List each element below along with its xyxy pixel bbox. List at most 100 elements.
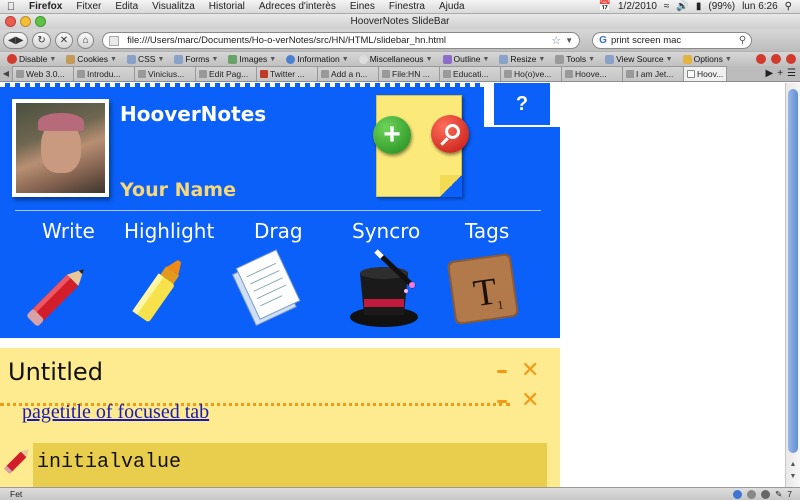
tab-scroll-right-icon[interactable]: ▶ (765, 68, 773, 79)
menubar-clock[interactable]: lun 6:26 (742, 1, 778, 12)
pencil-icon[interactable] (2, 444, 34, 476)
tab-favicon-icon (565, 70, 573, 78)
url-text: file:///Users/marc/Documents/Ho-o-verNot… (127, 34, 447, 46)
url-bar[interactable]: file:///Users/marc/Documents/Ho-o-verNot… (102, 31, 581, 49)
new-tab-icon[interactable]: + (777, 68, 783, 79)
back-forward-button[interactable]: ◀▶ (3, 31, 29, 49)
tab-close-icon[interactable]: ✖ (725, 70, 726, 79)
dev-outline[interactable]: Outline ▼ (438, 54, 495, 64)
scroll-up-icon[interactable]: ▲ (786, 461, 800, 473)
battery-icon[interactable]: ▮ (696, 1, 702, 12)
pencil-icon[interactable] (20, 253, 100, 333)
tab-favicon-icon (504, 70, 512, 78)
reload-button[interactable]: ↻ (32, 31, 51, 49)
wifi-icon[interactable]: ≈ (664, 1, 670, 12)
dev-cookies[interactable]: Cookies ▼ (61, 54, 122, 64)
calendar-icon[interactable]: 📅 (599, 1, 611, 12)
document-drag-icon[interactable] (228, 249, 308, 329)
menu-fitxer[interactable]: Fitxer (69, 1, 108, 12)
dev-resize[interactable]: Resize ▼ (494, 54, 550, 64)
apple-menu-icon[interactable]:  (0, 1, 22, 13)
url-history-dropdown-icon[interactable]: ▼ (565, 36, 573, 45)
dev-forms[interactable]: Forms ▼ (169, 54, 223, 64)
write-tool[interactable]: Write (42, 219, 95, 243)
tab[interactable]: File:HN ... (378, 66, 440, 81)
minimize-note-button[interactable]: – (496, 356, 508, 384)
menu-historial[interactable]: Historial (202, 1, 252, 12)
search-icon (444, 123, 460, 139)
status-text: Fet (10, 489, 23, 499)
stop-button[interactable]: ✕ (54, 31, 74, 49)
tab[interactable]: Ho(o)ve... (500, 66, 562, 81)
tab-active[interactable]: Hoov...✖ (683, 66, 727, 81)
syncro-tool[interactable]: Syncro (352, 219, 420, 243)
devbar-close-icon[interactable] (786, 54, 796, 64)
dev-information[interactable]: Information ▼ (281, 54, 353, 64)
tab[interactable]: Edit Pag... (195, 66, 257, 81)
search-icon[interactable]: ⚲ (739, 35, 746, 46)
menu-adreces[interactable]: Adreces d'interès (252, 1, 343, 12)
dev-css[interactable]: CSS ▼ (122, 54, 169, 64)
dev-disable[interactable]: Disable ▼ (2, 54, 61, 64)
menu-eines[interactable]: Eines (343, 1, 382, 12)
addon-status-icon[interactable] (733, 489, 743, 499)
zoom-window-button[interactable] (35, 16, 46, 27)
mac-menubar:  Firefox Fitxer Edita Visualitza Histor… (0, 0, 800, 14)
spotlight-icon[interactable]: ⚲ (785, 1, 792, 12)
page-scrollbar[interactable]: ▲ ▼ (785, 83, 800, 487)
tab[interactable]: Educati... (439, 66, 501, 81)
tab[interactable]: Vinicius... (134, 66, 196, 81)
tab[interactable]: I am Jet... (622, 66, 684, 81)
settings-status-icon[interactable] (761, 489, 771, 499)
note-title[interactable]: Untitled (8, 358, 103, 386)
minimize-link-button[interactable]: – (496, 386, 508, 414)
tab[interactable]: Web 3.0... (12, 66, 74, 81)
forms-icon (174, 54, 184, 64)
search-notes-button[interactable] (431, 115, 469, 153)
help-button[interactable]: ? (494, 83, 550, 125)
tags-tool[interactable]: Tags (465, 219, 509, 243)
avatar[interactable] (12, 99, 109, 197)
drag-tool[interactable]: Drag (254, 219, 303, 243)
highlighter-icon[interactable] (120, 249, 200, 329)
dev-view-source[interactable]: View Source ▼ (600, 54, 678, 64)
tab-scroll-left-icon[interactable]: ◀ (0, 69, 12, 78)
search-bar[interactable]: G print screen mac ⚲ (592, 31, 753, 49)
list-all-tabs-icon[interactable]: ☰ (787, 68, 796, 79)
tab[interactable]: Hoove... (561, 66, 623, 81)
minimize-window-button[interactable] (20, 16, 31, 27)
note-text-input[interactable]: initialvalue (33, 443, 547, 487)
bookmark-star-icon[interactable]: ☆ (551, 34, 561, 47)
tab[interactable]: Twitter ... (256, 66, 318, 81)
menu-finestra[interactable]: Finestra (382, 1, 432, 12)
tab[interactable]: Add a n... (317, 66, 379, 81)
tab[interactable]: Introdu... (73, 66, 135, 81)
magic-hat-icon[interactable] (346, 247, 426, 331)
menu-visualitza[interactable]: Visualitza (145, 1, 202, 12)
dev-miscellaneous[interactable]: Miscellaneous ▼ (354, 54, 438, 64)
pencil-status-icon[interactable]: ✎ (775, 489, 782, 500)
resize-icon (499, 54, 509, 64)
dev-tools[interactable]: Tools ▼ (550, 54, 600, 64)
home-button[interactable]: ⌂ (77, 31, 95, 49)
dev-options[interactable]: Options ▼ (678, 54, 737, 64)
menu-app-firefox[interactable]: Firefox (22, 1, 69, 12)
google-search-engine-icon[interactable]: G (599, 35, 607, 46)
add-note-button[interactable]: + (373, 116, 411, 154)
user-name[interactable]: Your Name (120, 179, 236, 201)
devbar-warning-icon[interactable] (771, 54, 781, 64)
close-note-button[interactable]: ✕ (521, 358, 539, 383)
scroll-down-icon[interactable]: ▼ (786, 473, 800, 485)
volume-icon[interactable]: 🔊 (676, 1, 688, 12)
scrabble-tile-icon[interactable]: T 1 (443, 249, 523, 329)
devbar-error-icon[interactable] (756, 54, 766, 64)
close-window-button[interactable] (5, 16, 16, 27)
scrollbar-thumb[interactable] (788, 89, 798, 453)
close-link-button[interactable]: ✕ (521, 388, 539, 413)
dev-images[interactable]: Images ▼ (223, 54, 281, 64)
focused-tab-link[interactable]: pagetitle of focused tab (22, 401, 209, 424)
extension-status-icon[interactable] (747, 489, 757, 499)
highlight-tool[interactable]: Highlight (124, 219, 214, 243)
menu-ajuda[interactable]: Ajuda (432, 1, 472, 12)
menu-edita[interactable]: Edita (108, 1, 145, 12)
